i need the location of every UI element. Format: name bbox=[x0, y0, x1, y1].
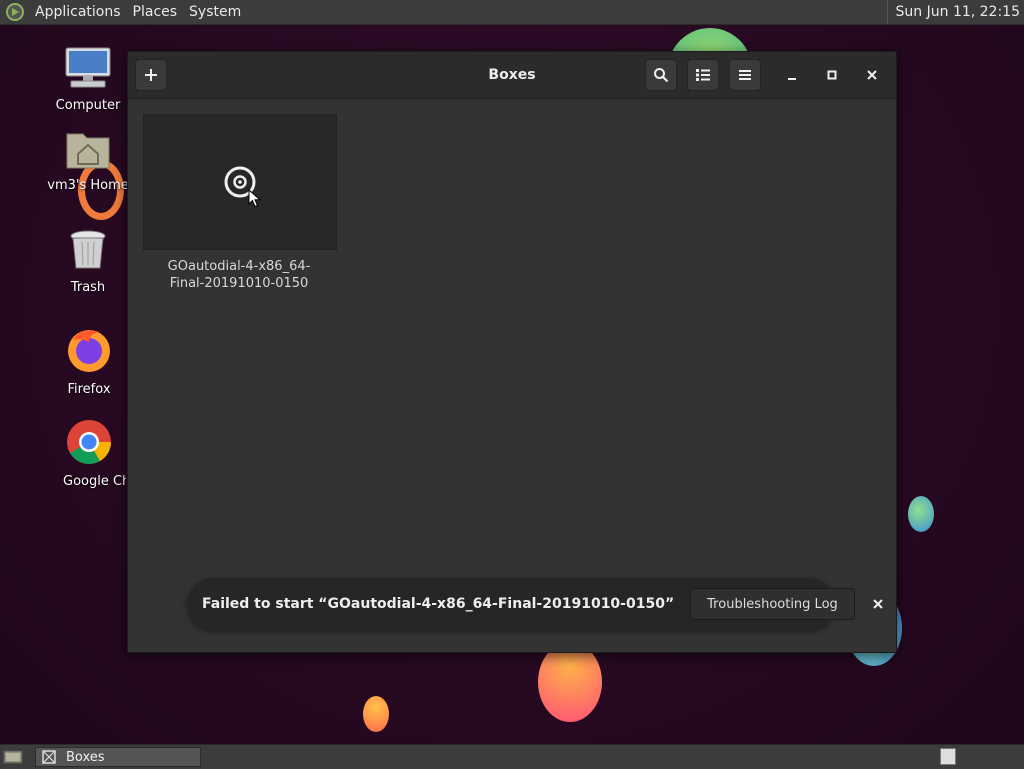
error-notification: Failed to start “GOautodial-4-x86_64-Fin… bbox=[187, 578, 883, 630]
menu-system[interactable]: System bbox=[188, 4, 242, 20]
close-icon bbox=[873, 599, 883, 609]
desktop-icon-label: vm3's Home bbox=[47, 178, 129, 193]
workspace-switcher[interactable] bbox=[940, 748, 956, 765]
show-desktop-icon[interactable] bbox=[3, 749, 23, 765]
mouse-cursor-icon bbox=[248, 189, 262, 208]
close-button[interactable] bbox=[860, 63, 884, 87]
close-icon bbox=[867, 70, 877, 80]
wallpaper-blob-small bbox=[363, 696, 389, 732]
minimize-button[interactable] bbox=[780, 63, 804, 87]
desktop-icon-firefox[interactable]: Firefox bbox=[44, 326, 134, 397]
troubleshooting-log-button[interactable]: Troubleshooting Log bbox=[690, 588, 855, 620]
list-view-icon bbox=[696, 69, 710, 81]
menu-applications[interactable]: Applications bbox=[34, 4, 122, 20]
distro-logo-icon[interactable] bbox=[6, 3, 24, 21]
box-name-line: Final-20191010-0150 bbox=[169, 276, 309, 291]
chrome-icon bbox=[67, 420, 111, 464]
trash-icon bbox=[70, 230, 106, 269]
search-button[interactable] bbox=[645, 59, 677, 91]
clock[interactable]: Sun Jun 11, 22:15 bbox=[886, 0, 1020, 24]
box-name-label[interactable]: GOautodial-4-x86_64- Final-20191010-0150 bbox=[143, 258, 335, 292]
headerbar: Boxes bbox=[128, 52, 896, 99]
boxes-window: Boxes GOautodial-4-x86_64- Final-2019101… bbox=[127, 51, 897, 653]
box-thumbnail[interactable] bbox=[143, 114, 337, 250]
box-name-line: GOautodial-4-x86_64- bbox=[167, 259, 311, 274]
home-folder-icon bbox=[66, 133, 110, 169]
wallpaper-blob-blue bbox=[908, 496, 934, 532]
new-box-button[interactable] bbox=[135, 59, 167, 91]
boxes-app-icon bbox=[42, 750, 56, 764]
plus-icon bbox=[145, 69, 157, 81]
menu-places[interactable]: Places bbox=[132, 4, 179, 20]
desktop-icon-chrome[interactable]: Google Ch bbox=[52, 418, 126, 489]
minimize-icon bbox=[788, 78, 796, 80]
desktop-icon-label: Computer bbox=[55, 98, 121, 113]
desktop-icon-label: Firefox bbox=[67, 382, 111, 397]
hamburger-menu-icon bbox=[739, 70, 751, 80]
computer-icon bbox=[65, 47, 111, 88]
notification-message: Failed to start “GOautodial-4-x86_64-Fin… bbox=[202, 596, 675, 612]
maximize-icon bbox=[827, 70, 837, 80]
desktop-icon-home[interactable]: vm3's Home bbox=[43, 128, 133, 193]
desktop-icon-computer[interactable]: Computer bbox=[43, 46, 133, 113]
notification-close-button[interactable] bbox=[873, 596, 883, 612]
desktop-icon-trash[interactable]: Trash bbox=[43, 228, 133, 295]
top-panel: Applications Places System Sun Jun 11, 2… bbox=[0, 0, 1024, 25]
desktop-icon-label: Google Ch bbox=[63, 474, 126, 489]
taskbar-item-boxes[interactable]: Boxes bbox=[35, 747, 201, 767]
main-menu-button[interactable] bbox=[729, 59, 761, 91]
firefox-icon bbox=[68, 330, 110, 372]
wallpaper-blob-orange bbox=[538, 642, 602, 722]
maximize-button[interactable] bbox=[820, 63, 844, 87]
bottom-panel: Boxes bbox=[0, 744, 1024, 769]
search-icon bbox=[654, 68, 669, 83]
desktop-icon-label: Trash bbox=[70, 280, 106, 295]
view-toggle-button[interactable] bbox=[687, 59, 719, 91]
taskbar-item-label: Boxes bbox=[66, 749, 105, 765]
